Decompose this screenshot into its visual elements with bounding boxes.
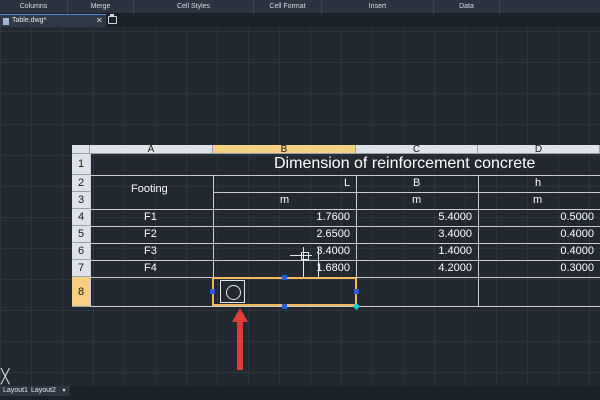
unit-b[interactable]: m — [412, 194, 421, 206]
ribbon-panel-cell-styles[interactable]: Cell Styles — [134, 0, 254, 14]
row-name-f2[interactable]: F2 — [144, 228, 157, 240]
column-header-c[interactable]: C — [356, 145, 478, 155]
cell-b-f3[interactable]: 1.4000 — [422, 245, 472, 257]
row-name-f1[interactable]: F1 — [144, 211, 157, 223]
text-cursor-icon — [290, 247, 319, 277]
cell-h-f2[interactable]: 0.4000 — [544, 228, 594, 240]
row-header-7[interactable]: 7 — [72, 260, 90, 277]
table-gridline — [90, 260, 600, 261]
table-gridline — [90, 226, 600, 227]
row-header-1[interactable]: 1 — [72, 154, 90, 175]
row-name-f4[interactable]: F4 — [144, 262, 157, 274]
header-b[interactable]: B — [413, 177, 420, 189]
ribbon-panel-merge[interactable]: Merge — [68, 0, 134, 14]
file-icon — [3, 18, 9, 25]
table-gridline — [478, 175, 479, 306]
layout-tab-bar: Layout1 Layout2 ▾ — [0, 386, 600, 400]
column-header-d[interactable]: D — [478, 145, 600, 155]
cell-grip-top[interactable] — [282, 275, 287, 280]
cell-grip-left[interactable] — [210, 289, 215, 294]
ribbon-panel-data[interactable]: Data — [434, 0, 500, 14]
table-gridline — [90, 154, 91, 306]
row-header-8[interactable]: 8 — [72, 277, 90, 307]
document-tab-bar: Table.dwg* ✕ — [0, 14, 600, 27]
layout-menu-button[interactable]: ▾ — [58, 386, 70, 396]
cell-h-f4[interactable]: 0.3000 — [544, 262, 594, 274]
column-header-a[interactable]: A — [90, 145, 213, 155]
row-header-2[interactable]: 2 — [72, 175, 90, 192]
cell-h-f1[interactable]: 0.5000 — [544, 211, 594, 223]
row-header-6[interactable]: 6 — [72, 243, 90, 260]
ribbon-panel-insert[interactable]: Insert — [322, 0, 434, 14]
header-l[interactable]: L — [344, 177, 350, 189]
row-header-4[interactable]: 4 — [72, 209, 90, 226]
cell-l-f2[interactable]: 2.6500 — [300, 228, 350, 240]
ribbon-panel-bar: Columns Merge Cell Styles Cell Format In… — [0, 0, 600, 14]
tab-layout2[interactable]: Layout2 — [28, 386, 60, 396]
document-tab-label: Table.dwg* — [12, 17, 47, 24]
ribbon-panel-columns[interactable]: Columns — [0, 0, 68, 14]
header-h[interactable]: h — [535, 177, 541, 189]
ribbon-panel-cell-format[interactable]: Cell Format — [254, 0, 322, 14]
cell-b-f1[interactable]: 5.4000 — [422, 211, 472, 223]
cell-grip-autofill[interactable] — [352, 302, 361, 311]
header-footing[interactable]: Footing — [131, 183, 168, 195]
column-header-b[interactable]: B — [213, 145, 356, 155]
table-gridline — [90, 306, 600, 307]
cell-b-f2[interactable]: 3.4000 — [422, 228, 472, 240]
new-tab-icon[interactable] — [108, 14, 117, 24]
cell-b-f4[interactable]: 4.2000 — [422, 262, 472, 274]
unit-h[interactable]: m — [533, 194, 542, 206]
cell-grip-right[interactable] — [354, 289, 359, 294]
row-header-3[interactable]: 3 — [72, 192, 90, 209]
row-name-f3[interactable]: F3 — [144, 245, 157, 257]
cell-grip-bottom[interactable] — [282, 304, 287, 309]
block-insert-icon — [220, 280, 245, 303]
cell-h-f3[interactable]: 0.4000 — [544, 245, 594, 257]
table-gridline — [90, 175, 600, 176]
cell-l-f1[interactable]: 1.7600 — [300, 211, 350, 223]
table-title[interactable]: Dimension of reinforcement concrete — [274, 155, 535, 173]
table-gridline — [90, 243, 600, 244]
unit-l[interactable]: m — [280, 194, 289, 206]
close-icon[interactable]: ✕ — [96, 15, 103, 27]
ucs-icon: ╳ — [1, 368, 10, 384]
table-gridline — [213, 192, 600, 193]
table-gridline — [90, 209, 600, 210]
row-header-5[interactable]: 5 — [72, 226, 90, 243]
arrow-pointer-icon — [232, 308, 248, 370]
table-corner[interactable] — [72, 145, 90, 154]
document-tab[interactable]: Table.dwg* ✕ — [0, 14, 106, 27]
